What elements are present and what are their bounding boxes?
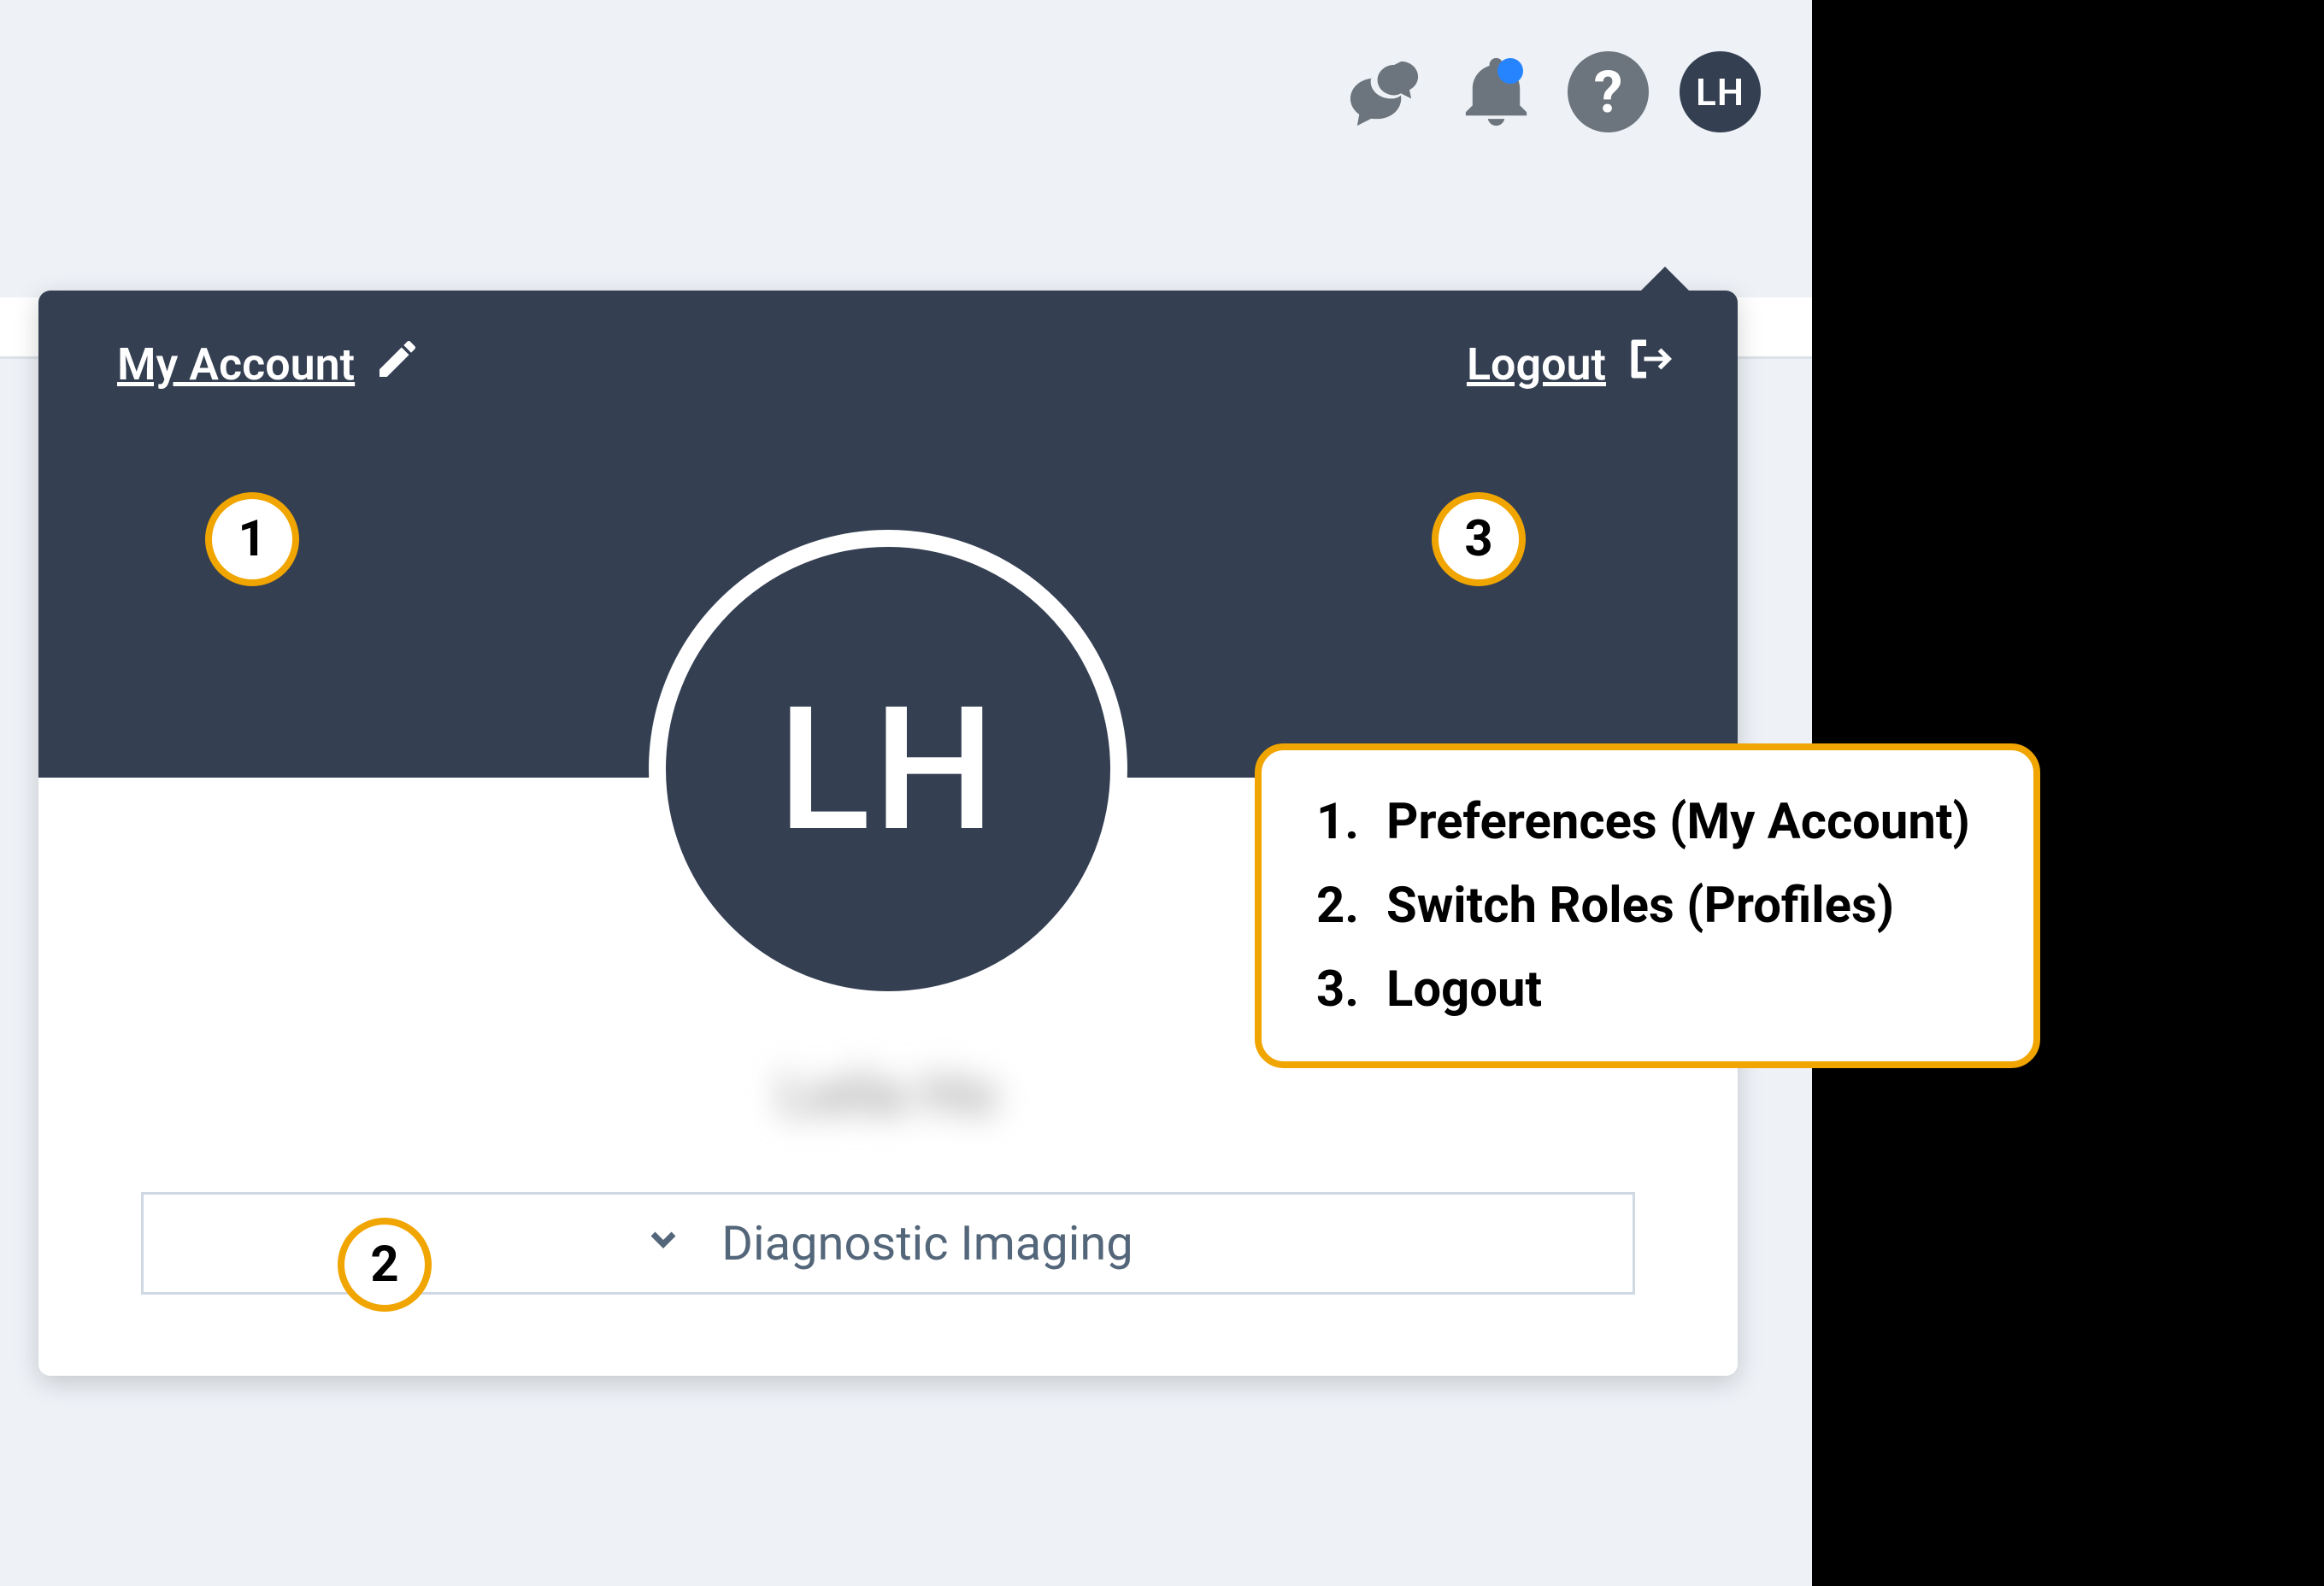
callout-num-1: 1 bbox=[238, 510, 266, 568]
user-name-blurred: Leila Ho bbox=[779, 1060, 997, 1130]
role-selected-label: Diagnostic Imaging bbox=[721, 1215, 1133, 1272]
callout-num-3: 3 bbox=[1464, 510, 1492, 568]
callout-badge-1: 1 bbox=[205, 492, 299, 586]
legend-item: 3. Logout bbox=[1316, 960, 1970, 1019]
avatar-small[interactable]: LH bbox=[1680, 51, 1761, 132]
help-symbol: ? bbox=[1594, 58, 1623, 126]
legend-item: 2. Switch Roles (Profiles) bbox=[1316, 877, 1970, 935]
logout-icon bbox=[1625, 333, 1676, 396]
legend-num-3: 3. bbox=[1316, 960, 1362, 1019]
callout-badge-3: 3 bbox=[1432, 492, 1526, 586]
callout-num-2: 2 bbox=[370, 1236, 398, 1294]
legend-num-2: 2. bbox=[1316, 877, 1362, 935]
my-account-label: My Account bbox=[117, 338, 355, 391]
dropdown-arrow bbox=[1639, 267, 1691, 292]
legend-item: 1. Preferences (My Account) bbox=[1316, 793, 1970, 851]
chevron-down-icon bbox=[643, 1215, 684, 1272]
avatar-initials-small: LH bbox=[1696, 70, 1744, 115]
my-account-link[interactable]: My Account bbox=[117, 335, 421, 393]
help-icon[interactable]: ? bbox=[1568, 51, 1649, 132]
legend-text-1: Preferences (My Account) bbox=[1386, 793, 1970, 851]
avatar-large: LH bbox=[649, 530, 1127, 1008]
legend-text-3: Logout bbox=[1386, 960, 1542, 1019]
chat-icon[interactable] bbox=[1344, 51, 1425, 132]
legend-box: 1. Preferences (My Account) 2. Switch Ro… bbox=[1255, 743, 2040, 1068]
callout-badge-2: 2 bbox=[338, 1218, 432, 1312]
legend-num-1: 1. bbox=[1316, 793, 1362, 851]
avatar-initials-large: LH bbox=[778, 669, 998, 870]
legend-text-2: Switch Roles (Profiles) bbox=[1386, 877, 1894, 935]
pencil-icon bbox=[374, 335, 421, 394]
notification-dot bbox=[1497, 58, 1523, 84]
logout-link[interactable]: Logout bbox=[1467, 335, 1676, 393]
topbar: ? LH bbox=[1344, 51, 1761, 132]
bell-icon[interactable] bbox=[1456, 51, 1537, 132]
logout-label: Logout bbox=[1467, 338, 1606, 391]
